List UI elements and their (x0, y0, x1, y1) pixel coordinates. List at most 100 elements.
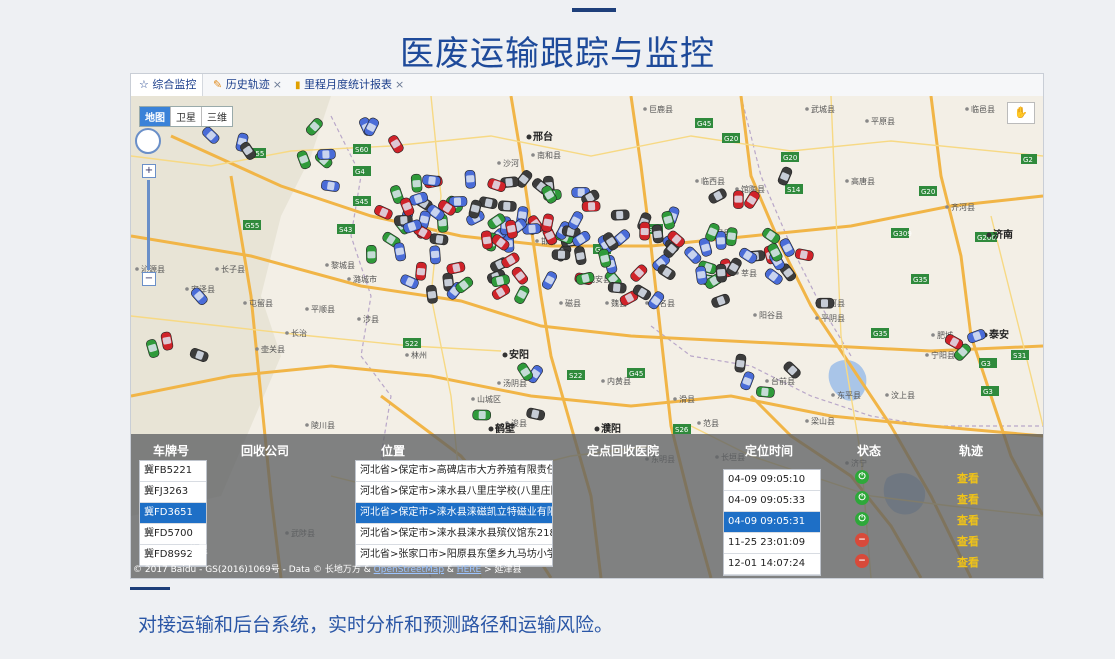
vehicle-marker[interactable] (497, 200, 517, 212)
place-dot (471, 397, 475, 401)
vehicle-marker[interactable] (610, 209, 630, 221)
svg-text:S26: S26 (675, 426, 689, 434)
place-label: 汤阴县 (503, 379, 527, 388)
vehicle-marker[interactable] (607, 281, 627, 294)
pan-control[interactable] (135, 128, 161, 154)
svg-text:G55: G55 (245, 222, 259, 230)
vehicle-marker[interactable] (581, 200, 601, 212)
place-label: 长子县 (221, 264, 245, 274)
map-view[interactable]: G55 S60 G4 S45 G55 S43 G45 G20 G20 S14 G… (131, 96, 1043, 578)
table-row-time[interactable]: 12-01 14:07:24 (724, 554, 820, 575)
place-label: 泰安 (988, 328, 1009, 341)
view-track-link[interactable]: 查看 (957, 510, 997, 531)
vehicle-marker[interactable] (429, 245, 441, 265)
vehicle-marker[interactable] (366, 244, 377, 264)
here-link[interactable]: HERE (457, 565, 481, 575)
map-type-3d[interactable]: 三维 (202, 107, 232, 126)
place-dot (559, 301, 563, 305)
place-label: 潞城市 (353, 274, 377, 284)
hand-icon[interactable]: ✋ (1007, 102, 1035, 124)
table-row-plate[interactable]: 冀FB5221 (140, 461, 206, 482)
view-track-link[interactable]: 查看 (957, 468, 997, 489)
place-dot (405, 353, 409, 357)
place-label: 山城区 (477, 394, 501, 404)
place-dot (497, 381, 501, 385)
status-list: ⏻ ⏻ ⏻ − − (855, 470, 873, 575)
page-title: 医废运输跟踪与监控 (400, 34, 715, 74)
svg-text:G4: G4 (355, 168, 365, 176)
power-on-icon: ⏻ (855, 470, 869, 484)
table-row-plate[interactable]: 冀FD3651 (140, 503, 206, 524)
vehicle-marker[interactable] (415, 261, 427, 281)
tab-label: 历史轨迹 (225, 78, 270, 91)
vehicle-marker[interactable] (551, 249, 571, 261)
vehicle-marker[interactable] (464, 169, 476, 189)
tab-history-track[interactable]: ✎ 历史轨迹 × (213, 74, 287, 96)
table-row-plate[interactable]: 冀FJ3263 (140, 482, 206, 503)
place-label: 陵川县 (311, 421, 335, 430)
view-track-link[interactable]: 查看 (957, 531, 997, 552)
place-label: 平阴县 (821, 314, 845, 323)
place-dot (865, 119, 869, 123)
place-dot (753, 313, 757, 317)
table-row-time[interactable]: 04-09 09:05:10 (724, 470, 820, 491)
svg-text:S45: S45 (355, 198, 368, 206)
view-track-link[interactable]: 查看 (957, 552, 997, 573)
place-label: 莘县 (741, 268, 757, 278)
zoom-slider[interactable] (147, 180, 150, 270)
copyright-tail: > 延津县 (481, 565, 522, 575)
tab-mileage-report[interactable]: ▮ 里程月度统计报表 × (295, 74, 415, 96)
vehicle-marker[interactable] (429, 233, 449, 246)
place-dot (735, 187, 739, 191)
tab-overview[interactable]: ☆ 综合监控 (131, 74, 203, 96)
power-on-icon: ⏻ (855, 512, 869, 526)
header-company: 回收公司 (241, 444, 290, 458)
place-label: 梁山县 (811, 416, 835, 426)
vehicle-marker[interactable] (410, 173, 423, 193)
table-row-location[interactable]: 河北省>保定市>涞水县八里庄学校(八里庄附 (356, 482, 552, 503)
close-icon[interactable]: × (273, 78, 282, 91)
app-window: ☆ 综合监控 ✎ 历史轨迹 × ▮ 里程月度统计报表 × G55 S60 G4 … (130, 73, 1044, 579)
map-type-map[interactable]: 地图 (140, 107, 171, 126)
place-label: 安阳 (509, 348, 529, 361)
close-icon[interactable]: × (395, 78, 404, 91)
place-label: 邢台 (532, 130, 553, 143)
vehicle-marker[interactable] (425, 284, 438, 304)
vehicle-marker[interactable] (472, 409, 492, 421)
place-dot (185, 287, 189, 291)
tab-label: 综合监控 (152, 78, 197, 91)
vehicle-marker[interactable] (815, 297, 835, 309)
table-row-time[interactable]: 04-09 09:05:31 (724, 512, 820, 533)
track-icon: ✎ (213, 78, 223, 91)
table-row-time[interactable]: 11-25 23:01:09 (724, 533, 820, 554)
table-row-location[interactable]: 河北省>保定市>涞水县涞磁凯立特磁业有限 (356, 503, 552, 524)
vehicle-marker[interactable] (317, 148, 336, 160)
star-icon: ☆ (139, 78, 149, 91)
power-on-icon: ⏻ (855, 491, 869, 505)
svg-text:G20: G20 (724, 135, 738, 143)
place-dot (815, 316, 819, 320)
vehicle-marker[interactable] (725, 227, 738, 247)
view-track-link[interactable]: 查看 (957, 489, 997, 510)
table-row-time[interactable]: 04-09 09:05:33 (724, 491, 820, 512)
table-row-location[interactable]: 河北省>保定市>高碑店市大方养殖有限责任 (356, 461, 552, 482)
table-row-location[interactable]: 河北省>保定市>涞水县涞水县殡仪馆东218 (356, 524, 552, 545)
map-navigation-control: + − (135, 128, 161, 288)
vehicle-marker[interactable] (733, 190, 744, 209)
vehicle-marker[interactable] (422, 174, 441, 187)
vehicle-marker[interactable] (715, 263, 727, 283)
svg-text:G20: G20 (783, 154, 797, 162)
zoom-in-button[interactable]: + (142, 164, 156, 178)
place-dot (502, 352, 508, 358)
copyright-text: © 2017 Baidu - GS(2016)1069号 - Data © 长地… (133, 565, 371, 575)
vehicle-marker[interactable] (651, 224, 664, 244)
osm-link[interactable]: OpenStreetMap (374, 565, 444, 575)
zoom-out-button[interactable]: − (142, 272, 156, 286)
vehicle-marker[interactable] (734, 353, 747, 373)
place-label: 齐河县 (951, 202, 975, 212)
map-type-satellite[interactable]: 卫星 (171, 107, 202, 126)
vehicle-marker[interactable] (639, 221, 651, 241)
vehicle-marker[interactable] (756, 386, 775, 398)
place-dot (285, 331, 289, 335)
place-dot (673, 397, 677, 401)
